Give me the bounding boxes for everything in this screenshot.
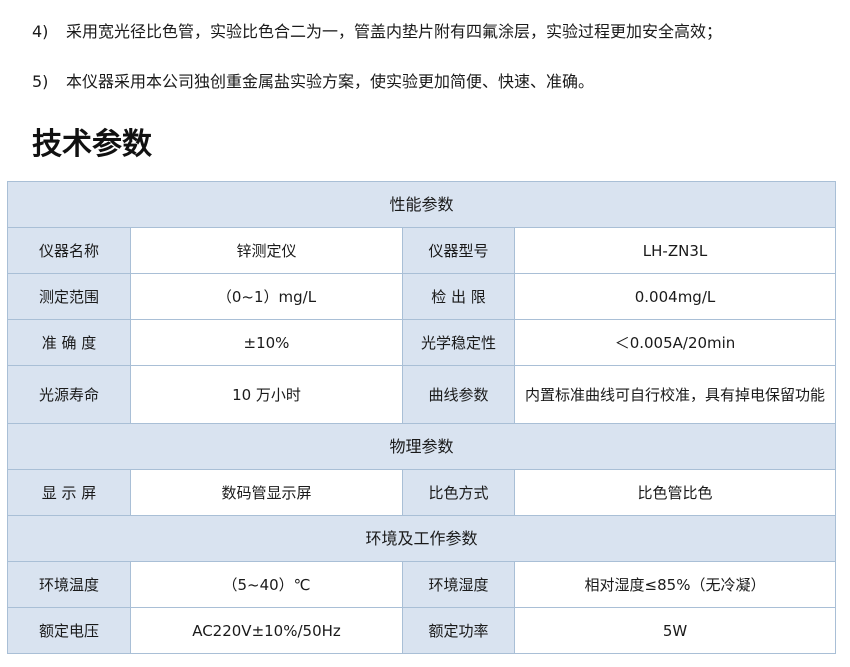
table-row: 光源寿命 10 万小时 曲线参数 内置标准曲线可自行校准，具有掉电保留功能 [7,365,837,424]
group-header-environment: 环境及工作参数 [6,515,837,562]
feature-number: 4) [32,22,49,41]
param-label: 检 出 限 [402,273,515,320]
param-value: 相对湿度≤85%（无冷凝） [513,561,837,608]
param-label: 光源寿命 [7,365,131,424]
param-value: （0~1）mg/L [130,273,403,320]
group-header-physical: 物理参数 [6,423,837,470]
feature-item-4: 4) 采用宽光径比色管，实验比色合二为一，管盖内垫片附有四氟涂层，实验过程更加安全… [32,21,722,43]
table-row: 准 确 度 ±10% 光学稳定性 ＜0.005A/20min [7,319,837,366]
table-row: 额定电压 AC220V±10%/50Hz 额定功率 5W [7,607,837,654]
param-value: 5W [513,607,837,654]
group-header-row: 性能参数 [6,181,837,228]
param-value: 锌测定仪 [130,227,403,274]
param-label: 仪器名称 [7,227,131,274]
param-label: 测定范围 [7,273,131,320]
table-row: 显 示 屏 数码管显示屏 比色方式 比色管比色 [7,469,837,516]
section-title: 技术参数 [32,127,152,162]
spec-table: 性能参数 仪器名称 锌测定仪 仪器型号 LH-ZN3L 测定范围 （0~1）mg… [6,181,837,654]
param-value: LH-ZN3L [513,227,837,274]
group-header-row: 环境及工作参数 [6,515,837,562]
feature-text: 采用宽光径比色管，实验比色合二为一，管盖内垫片附有四氟涂层，实验过程更加安全高效… [66,22,723,41]
group-header-performance: 性能参数 [6,181,837,228]
feature-number: 5) [32,72,49,91]
param-label: 额定功率 [402,607,515,654]
param-label: 准 确 度 [7,319,131,366]
param-label: 环境湿度 [402,561,515,608]
param-label: 显 示 屏 [7,469,131,516]
param-value: ±10% [130,319,403,366]
param-value: （5~40）℃ [130,561,403,608]
param-label: 光学稳定性 [402,319,515,366]
param-label: 曲线参数 [402,365,515,424]
param-value: 比色管比色 [513,469,837,516]
param-label: 环境温度 [7,561,131,608]
param-value: 0.004mg/L [513,273,837,320]
feature-item-5: 5) 本仪器采用本公司独创重金属盐实验方案，使实验更加简便、快速、准确。 [32,71,594,93]
param-label: 仪器型号 [402,227,515,274]
param-value: 10 万小时 [130,365,403,424]
feature-text: 本仪器采用本公司独创重金属盐实验方案，使实验更加简便、快速、准确。 [66,72,595,91]
table-row: 测定范围 （0~1）mg/L 检 出 限 0.004mg/L [7,273,837,320]
param-value: 内置标准曲线可自行校准，具有掉电保留功能 [513,365,837,424]
param-value: AC220V±10%/50Hz [130,607,403,654]
table-row: 仪器名称 锌测定仪 仪器型号 LH-ZN3L [7,227,837,274]
group-header-row: 物理参数 [6,423,837,470]
table-row: 环境温度 （5~40）℃ 环境湿度 相对湿度≤85%（无冷凝） [7,561,837,608]
param-value: ＜0.005A/20min [513,319,837,366]
param-label: 比色方式 [402,469,515,516]
param-value: 数码管显示屏 [130,469,403,516]
param-label: 额定电压 [7,607,131,654]
